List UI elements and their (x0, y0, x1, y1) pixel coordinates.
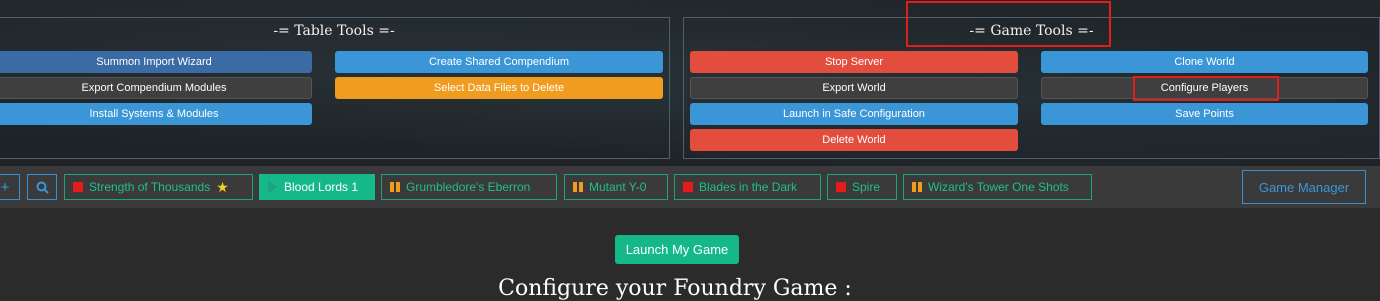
game-manager-button[interactable]: Game Manager (1242, 170, 1366, 204)
star-icon: ★ (216, 178, 229, 195)
game-tab-blades-in-the-dark[interactable]: Blades in the Dark (674, 174, 821, 200)
install-systems-modules-button[interactable]: Install Systems & Modules (0, 103, 312, 125)
launch-safe-configuration-button[interactable]: Launch in Safe Configuration (690, 103, 1018, 125)
add-game-button[interactable]: + (0, 174, 20, 200)
clone-world-button[interactable]: Clone World (1041, 51, 1368, 73)
game-tab-grumbledores-eberron[interactable]: Grumbledore's Eberron (381, 174, 557, 200)
summon-import-wizard-button[interactable]: Summon Import Wizard (0, 51, 312, 73)
game-tab-label: Spire (852, 180, 881, 194)
play-icon (268, 181, 278, 193)
tools-area: -= Table Tools =- Summon Import Wizard E… (0, 0, 1380, 166)
stopped-square-icon (73, 182, 83, 192)
game-tab-label: Grumbledore's Eberron (406, 180, 531, 194)
game-tools-title-highlight (906, 1, 1111, 47)
save-points-button[interactable]: Save Points (1041, 103, 1368, 125)
game-tab-label: Mutant Y-0 (589, 180, 647, 194)
export-compendium-modules-button[interactable]: Export Compendium Modules (0, 77, 312, 99)
pause-icon (573, 182, 583, 192)
game-tab-label: Blades in the Dark (699, 180, 798, 194)
game-tab-mutant-y-0[interactable]: Mutant Y-0 (564, 174, 668, 200)
plus-icon: + (0, 178, 10, 196)
game-tab-bar: + Strength of Thousands ★ Blood Lords 1 … (0, 166, 1380, 208)
select-data-files-button[interactable]: Select Data Files to Delete (335, 77, 663, 99)
pause-icon (912, 182, 922, 192)
search-icon (36, 181, 49, 194)
game-tab-strength-of-thousands[interactable]: Strength of Thousands ★ (64, 174, 253, 200)
game-tab-spire[interactable]: Spire (827, 174, 897, 200)
page-title: Configure your Foundry Game : (498, 276, 852, 301)
search-button[interactable] (27, 174, 57, 200)
game-tab-label: Strength of Thousands (89, 180, 211, 194)
export-world-button[interactable]: Export World (690, 77, 1018, 99)
stop-server-button[interactable]: Stop Server (690, 51, 1018, 73)
game-tab-wizards-tower-one-shots[interactable]: Wizard's Tower One Shots (903, 174, 1092, 200)
launch-my-game-button[interactable]: Launch My Game (615, 235, 739, 264)
configure-players-highlight (1133, 76, 1279, 101)
create-shared-compendium-button[interactable]: Create Shared Compendium (335, 51, 663, 73)
delete-world-button[interactable]: Delete World (690, 129, 1018, 151)
pause-icon (390, 182, 400, 192)
table-tools-title: -= Table Tools =- (273, 23, 395, 39)
game-tab-label: Blood Lords 1 (284, 180, 359, 194)
game-tab-blood-lords-1[interactable]: Blood Lords 1 (259, 174, 375, 200)
stopped-square-icon (836, 182, 846, 192)
game-tab-label: Wizard's Tower One Shots (928, 180, 1069, 194)
stopped-square-icon (683, 182, 693, 192)
